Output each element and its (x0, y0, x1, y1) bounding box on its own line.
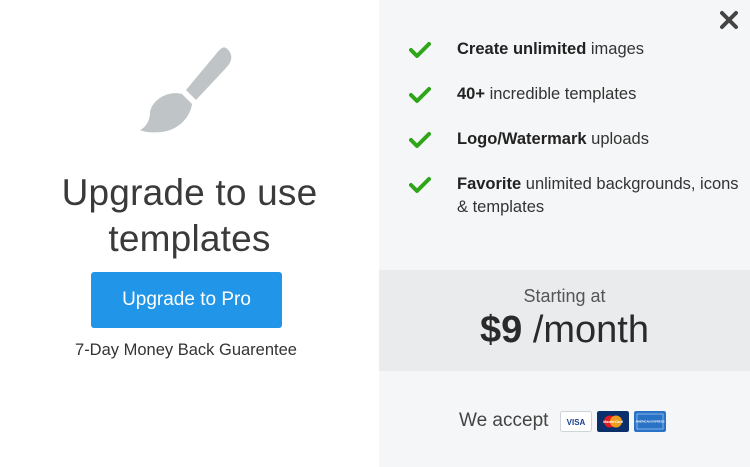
upgrade-modal: Upgrade to use templates Upgrade to Pro … (0, 0, 750, 467)
amex-card-icon: AMERICAN EXPRESS (634, 410, 667, 432)
pricing-box: Starting at $9 /month (379, 270, 750, 371)
svg-text:MasterCard: MasterCard (604, 420, 625, 424)
feature-item: Favorite unlimited backgrounds, icons & … (409, 173, 739, 219)
price: $9 /month (379, 309, 750, 352)
feature-rest: incredible templates (485, 85, 637, 103)
feature-list: Create unlimited images 40+ incredible t… (409, 38, 739, 241)
feature-bold: Logo/Watermark (457, 130, 587, 148)
close-icon[interactable] (719, 10, 739, 30)
feature-item: 40+ incredible templates (409, 83, 739, 106)
upgrade-right-panel: Create unlimited images 40+ incredible t… (379, 0, 750, 467)
money-back-guarantee-text: 7-Day Money Back Guarentee (75, 341, 297, 359)
page-title: Upgrade to use templates (61, 172, 318, 259)
feature-item: Create unlimited images (409, 38, 739, 61)
feature-bold: Create unlimited (457, 40, 587, 58)
svg-text:AMERICAN EXPRESS: AMERICAN EXPRESS (636, 419, 665, 423)
starting-at-label: Starting at (523, 286, 606, 306)
feature-bold: 40+ (457, 85, 485, 103)
feature-rest: images (586, 40, 645, 58)
price-period: /month (522, 309, 649, 351)
payment-methods: We accept VISA MasterCard AMERICAN EXPRE… (459, 410, 671, 432)
paintbrush-icon (140, 47, 232, 133)
we-accept-label: We accept (459, 410, 549, 431)
upgrade-to-pro-button[interactable]: Upgrade to Pro (91, 272, 282, 328)
svg-text:VISA: VISA (567, 418, 586, 427)
check-icon (409, 177, 431, 193)
upgrade-left-panel: Upgrade to use templates Upgrade to Pro … (0, 0, 379, 467)
check-icon (409, 42, 431, 58)
check-icon (409, 87, 431, 103)
mastercard-icon: MasterCard (597, 410, 630, 432)
feature-bold: Favorite (457, 175, 522, 193)
check-icon (409, 132, 431, 148)
visa-card-icon: VISA (560, 410, 593, 432)
feature-item: Logo/Watermark uploads (409, 128, 739, 151)
feature-rest: uploads (586, 130, 649, 148)
price-amount: $9 (479, 309, 523, 351)
